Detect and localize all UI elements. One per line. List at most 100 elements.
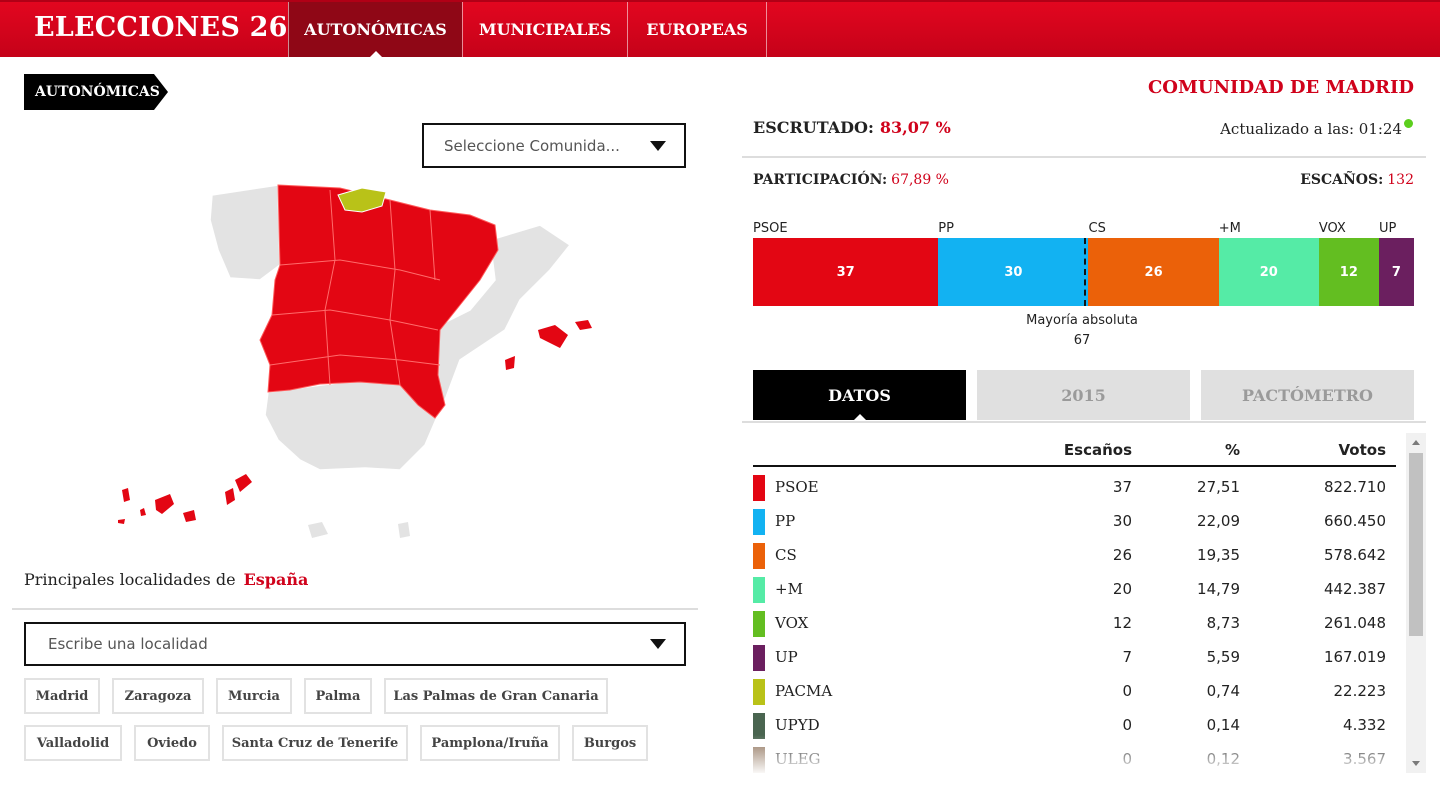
principales-heading: Principales localidades de España bbox=[24, 570, 308, 589]
table-row[interactable]: CS 26 19,35 578.642 bbox=[753, 539, 1396, 573]
section-tag: AUTONÓMICAS bbox=[24, 74, 168, 110]
seat-segment-label: VOX bbox=[1318, 221, 1346, 236]
nav-tab-europeas[interactable]: EUROPEAS bbox=[627, 2, 767, 57]
locality-chip-murcia[interactable]: Murcia bbox=[216, 678, 292, 714]
party-seats: 0 bbox=[1122, 682, 1132, 700]
party-percent: 22,09 bbox=[1197, 512, 1240, 530]
brand-title[interactable]: ELECCIONES 26M bbox=[34, 12, 318, 43]
map-region-ceuta[interactable] bbox=[308, 522, 328, 538]
map-region-baleares[interactable] bbox=[505, 320, 592, 370]
party-color-swatch bbox=[753, 611, 765, 637]
locality-chip-zaragoza[interactable]: Zaragoza bbox=[112, 678, 204, 714]
map-region-galicia[interactable] bbox=[209, 184, 281, 281]
region-title: COMUNIDAD DE MADRID bbox=[1147, 77, 1414, 98]
party-seats: 26 bbox=[1112, 546, 1132, 564]
scroll-up-icon[interactable] bbox=[1412, 440, 1420, 445]
seat-segment-label: PP bbox=[938, 221, 954, 236]
locality-chip-pamplona[interactable]: Pamplona/Iruña bbox=[420, 725, 560, 761]
locality-chip-palma[interactable]: Palma bbox=[304, 678, 372, 714]
community-select-value: Seleccione Comunida... bbox=[444, 136, 620, 155]
table-row[interactable]: UP 7 5,59 167.019 bbox=[753, 641, 1396, 675]
table-row[interactable]: PACMA 0 0,74 22.223 bbox=[753, 675, 1396, 709]
principales-place-link[interactable]: España bbox=[244, 570, 309, 589]
party-votes: 4.332 bbox=[1343, 716, 1386, 734]
nav-tab-autonomicas[interactable]: AUTONÓMICAS bbox=[288, 2, 462, 58]
party-seats: 37 bbox=[1112, 478, 1132, 496]
table-fade bbox=[753, 735, 1396, 775]
locality-chip-valladolid[interactable]: Valladolid bbox=[24, 725, 122, 761]
party-votes: 578.642 bbox=[1323, 546, 1386, 564]
divider bbox=[12, 608, 698, 610]
party-name: PP bbox=[775, 512, 796, 530]
scroll-down-icon[interactable] bbox=[1412, 761, 1420, 766]
divider bbox=[742, 156, 1426, 158]
tab-2015[interactable]: 2015 bbox=[977, 370, 1190, 420]
party-color-swatch bbox=[753, 645, 765, 671]
table-header: Escaños % Votos bbox=[753, 435, 1396, 467]
party-percent: 0,14 bbox=[1206, 716, 1240, 734]
seat-segment-label: +M bbox=[1218, 221, 1241, 236]
seat-segment-plusm: 20 bbox=[1218, 238, 1319, 306]
majority-line bbox=[1084, 238, 1086, 306]
results-table: Escaños % Votos PSOE 37 27,51 822.710 PP 30 22… bbox=[753, 435, 1396, 775]
party-name: VOX bbox=[775, 614, 809, 632]
escrutado-value: 83,07 % bbox=[879, 118, 951, 137]
party-color-swatch bbox=[753, 679, 765, 705]
chevron-down-icon bbox=[650, 140, 666, 151]
locality-search-placeholder: Escribe una localidad bbox=[48, 635, 208, 653]
locality-chip-burgos[interactable]: Burgos bbox=[572, 725, 648, 761]
party-percent: 5,59 bbox=[1206, 648, 1240, 666]
participation-value: 67,89 % bbox=[891, 172, 949, 188]
seat-segment-cs: 26 bbox=[1088, 238, 1219, 306]
party-color-swatch bbox=[753, 509, 765, 535]
seat-segment-psoe: 37 bbox=[753, 238, 939, 306]
majority-value: 67 bbox=[1073, 333, 1091, 348]
locality-chip-madrid[interactable]: Madrid bbox=[24, 678, 100, 714]
map-region-melilla[interactable] bbox=[398, 522, 410, 538]
majority-label: Mayoría absoluta 67 bbox=[1000, 311, 1164, 351]
escrutado-status: ESCRUTADO: 83,07 % bbox=[753, 118, 951, 137]
party-seats: 0 bbox=[1122, 716, 1132, 734]
table-row[interactable]: PP 30 22,09 660.450 bbox=[753, 505, 1396, 539]
party-percent: 14,79 bbox=[1197, 580, 1240, 598]
party-votes: 442.387 bbox=[1323, 580, 1386, 598]
party-votes: 822.710 bbox=[1323, 478, 1386, 496]
col-header-votes: Votos bbox=[1338, 441, 1387, 459]
party-name: CS bbox=[775, 546, 797, 564]
party-percent: 8,73 bbox=[1206, 614, 1240, 632]
party-votes: 261.048 bbox=[1323, 614, 1386, 632]
locality-chip-las-palmas[interactable]: Las Palmas de Gran Canaria bbox=[384, 678, 608, 714]
scrollbar-thumb[interactable] bbox=[1409, 453, 1423, 636]
seat-segment-vox: 12 bbox=[1318, 238, 1379, 306]
updated-time: Actualizado a las: 01:24 bbox=[1220, 120, 1402, 138]
locality-search-select[interactable]: Escribe una localidad bbox=[24, 622, 686, 666]
majority-text: Mayoría absoluta bbox=[1026, 313, 1138, 328]
participation: PARTICIPACIÓN: 67,89 % bbox=[753, 172, 949, 188]
divider bbox=[742, 421, 1426, 423]
tab-pactometro[interactable]: PACTÓMETRO bbox=[1201, 370, 1414, 420]
col-header-percent: % bbox=[1224, 441, 1240, 459]
party-color-swatch bbox=[753, 577, 765, 603]
tab-datos[interactable]: DATOS bbox=[753, 370, 966, 421]
map-region-canarias[interactable] bbox=[118, 474, 252, 524]
spain-map[interactable] bbox=[100, 170, 600, 550]
top-nav-bar: ELECCIONES 26M AUTONÓMICAS MUNICIPALES E… bbox=[0, 0, 1440, 58]
table-row[interactable]: PSOE 37 27,51 822.710 bbox=[753, 471, 1396, 505]
locality-chip-oviedo[interactable]: Oviedo bbox=[134, 725, 210, 761]
nav-tab-municipales[interactable]: MUNICIPALES bbox=[462, 2, 627, 57]
party-name: +M bbox=[775, 580, 803, 598]
community-select[interactable]: Seleccione Comunida... bbox=[422, 123, 686, 168]
table-row[interactable]: +M 20 14,79 442.387 bbox=[753, 573, 1396, 607]
seat-bar-labels: PSOE PP CS +M VOX UP bbox=[753, 221, 1414, 237]
party-color-swatch bbox=[753, 475, 765, 501]
locality-chip-santa-cruz[interactable]: Santa Cruz de Tenerife bbox=[222, 725, 408, 761]
principales-label: Principales localidades de bbox=[24, 570, 236, 589]
total-seats-value: 132 bbox=[1387, 172, 1414, 188]
party-color-swatch bbox=[753, 543, 765, 569]
seat-segment-pp: 30 bbox=[938, 238, 1089, 306]
table-row[interactable]: VOX 12 8,73 261.048 bbox=[753, 607, 1396, 641]
map-region-red-mainland[interactable] bbox=[259, 184, 499, 419]
party-seats: 20 bbox=[1112, 580, 1132, 598]
table-scrollbar[interactable] bbox=[1406, 433, 1426, 773]
seat-segment-up: 7 bbox=[1378, 238, 1414, 306]
